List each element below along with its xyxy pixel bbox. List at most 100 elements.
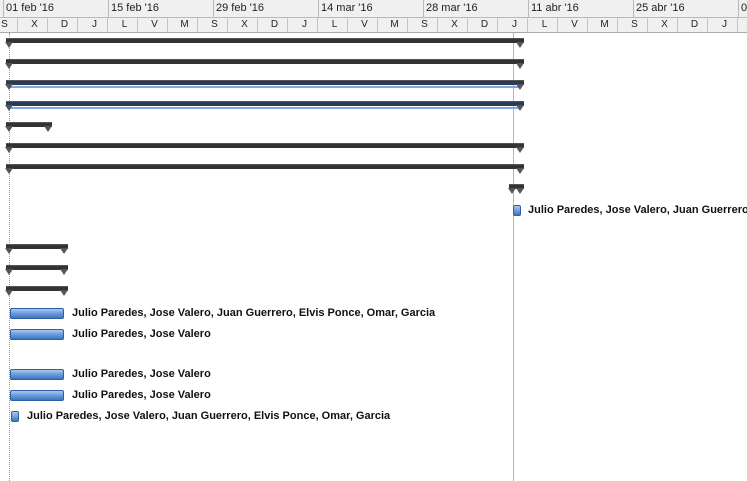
summary-end-marker <box>60 269 68 275</box>
summary-bar[interactable] <box>6 38 524 43</box>
day-label: M <box>180 19 189 30</box>
summary-start-marker <box>5 105 13 111</box>
timescale-days: SXDJLVMSXDJLVMSXDJLVMSXDJ <box>0 18 747 33</box>
resource-label: Julio Paredes, Jose Valero <box>72 389 211 401</box>
day-separator <box>137 18 138 32</box>
summary-bar[interactable] <box>6 286 68 291</box>
week-label: 28 mar '16 <box>426 2 478 14</box>
summary-end-marker <box>516 42 524 48</box>
week-separator <box>213 0 214 17</box>
task-bar[interactable] <box>11 411 19 422</box>
week-separator <box>633 0 634 17</box>
week-label: 15 feb '16 <box>111 2 159 14</box>
summary-start-marker <box>508 188 516 194</box>
day-separator <box>617 18 618 32</box>
week-separator <box>318 0 319 17</box>
day-separator <box>107 18 108 32</box>
summary-start-marker <box>5 63 13 69</box>
day-separator <box>377 18 378 32</box>
week-separator <box>423 0 424 17</box>
day-label: D <box>60 19 69 30</box>
day-separator <box>467 18 468 32</box>
day-separator <box>347 18 348 32</box>
day-separator <box>167 18 168 32</box>
day-label: L <box>121 19 128 30</box>
week-separator <box>108 0 109 17</box>
resource-label: Julio Paredes, Jose Valero <box>72 328 211 340</box>
day-label: X <box>31 19 38 30</box>
day-separator <box>497 18 498 32</box>
day-separator <box>737 18 738 32</box>
summary-start-marker <box>5 147 13 153</box>
summary-start-marker <box>5 84 13 90</box>
task-bar[interactable] <box>10 329 64 340</box>
week-separator <box>738 0 739 17</box>
day-separator <box>647 18 648 32</box>
summary-start-marker <box>5 269 13 275</box>
week-separator <box>528 0 529 17</box>
day-separator <box>527 18 528 32</box>
day-label: S <box>211 19 218 30</box>
resource-label: Julio Paredes, Jose Valero <box>72 368 211 380</box>
summary-bar[interactable] <box>6 80 524 85</box>
day-label: D <box>270 19 279 30</box>
day-label: V <box>571 19 578 30</box>
summary-start-marker <box>5 248 13 254</box>
summary-end-marker <box>516 63 524 69</box>
summary-bar[interactable] <box>6 265 68 270</box>
summary-end-marker <box>44 126 52 132</box>
day-separator <box>407 18 408 32</box>
summary-bar[interactable] <box>6 244 68 249</box>
summary-end-marker <box>60 248 68 254</box>
day-label: L <box>331 19 338 30</box>
summary-start-marker <box>5 126 13 132</box>
day-label: X <box>661 19 668 30</box>
day-label: M <box>390 19 399 30</box>
day-separator <box>47 18 48 32</box>
week-separator <box>3 0 4 17</box>
summary-progress <box>9 86 521 88</box>
day-separator <box>437 18 438 32</box>
week-label: 14 mar '16 <box>321 2 373 14</box>
day-label: S <box>631 19 638 30</box>
summary-progress <box>9 107 521 109</box>
day-separator <box>317 18 318 32</box>
day-separator <box>77 18 78 32</box>
task-bar[interactable] <box>10 308 64 319</box>
resource-label: Julio Paredes, Jose Valero, Juan Guerrer… <box>72 307 436 319</box>
day-label: X <box>451 19 458 30</box>
day-label: J <box>92 19 97 30</box>
day-label: D <box>480 19 489 30</box>
summary-end-marker <box>516 84 524 90</box>
task-bar[interactable] <box>513 205 521 216</box>
day-label: D <box>690 19 699 30</box>
day-separator <box>257 18 258 32</box>
day-label: V <box>361 19 368 30</box>
summary-start-marker <box>5 168 13 174</box>
day-separator <box>557 18 558 32</box>
day-separator <box>707 18 708 32</box>
day-label: X <box>241 19 248 30</box>
gantt-chart: 01 feb '16 15 feb '16 29 feb '16 14 mar '16… <box>0 0 747 481</box>
summary-start-marker <box>5 42 13 48</box>
day-label: V <box>151 19 158 30</box>
day-label: J <box>722 19 727 30</box>
summary-bar[interactable] <box>6 59 524 64</box>
week-label: 25 abr '16 <box>636 2 685 14</box>
day-label: L <box>541 19 548 30</box>
week-label: 29 feb '16 <box>216 2 264 14</box>
summary-bar[interactable] <box>6 143 524 148</box>
day-label: M <box>600 19 609 30</box>
task-bar[interactable] <box>10 369 64 380</box>
day-label: J <box>302 19 307 30</box>
day-label: S <box>1 19 8 30</box>
summary-end-marker <box>516 105 524 111</box>
day-separator <box>17 18 18 32</box>
day-separator <box>287 18 288 32</box>
summary-bar[interactable] <box>6 101 524 106</box>
day-separator <box>197 18 198 32</box>
summary-bar[interactable] <box>6 164 524 169</box>
task-bar[interactable] <box>10 390 64 401</box>
summary-end-marker <box>516 188 524 194</box>
day-separator <box>677 18 678 32</box>
